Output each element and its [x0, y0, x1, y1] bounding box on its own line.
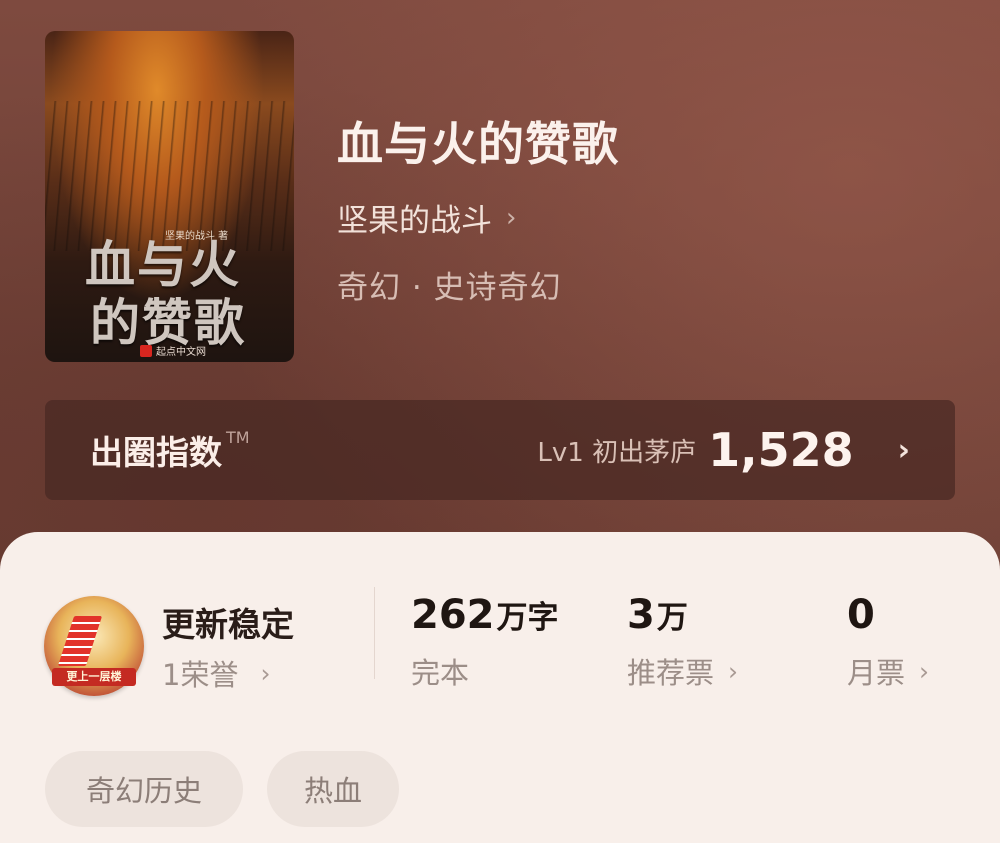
index-value-group: Lv1 初出茅庐 1,528 › — [537, 423, 910, 477]
honor-badge-icon[interactable]: 更上一层楼 — [44, 596, 144, 696]
author-link[interactable]: 坚果的战斗 › — [337, 195, 516, 240]
divider — [374, 587, 375, 679]
cover-title: 血与火 的赞歌 — [85, 236, 275, 352]
trademark-mark: TM — [226, 428, 250, 447]
honors-link[interactable]: 1荣誉 › — [162, 652, 270, 694]
book-genre: 奇幻 · 史诗奇幻 — [337, 270, 562, 306]
stat-label: 月票 › — [847, 650, 929, 692]
stat-recommend-votes[interactable]: 3 万 推荐票 › — [627, 592, 738, 692]
stat-label-text: 月票 — [847, 656, 906, 690]
index-label: 出圈指数 — [90, 433, 222, 472]
index-label-group: 出圈指数 TM — [90, 426, 250, 474]
stat-label: 推荐票 › — [627, 650, 738, 692]
chevron-right-icon: › — [897, 432, 910, 468]
stat-number: 262 — [411, 592, 495, 638]
chevron-right-icon: › — [260, 658, 271, 688]
tag-hot-blooded[interactable]: 热血 — [267, 751, 399, 827]
chevron-right-icon: › — [506, 202, 517, 233]
publisher-name: 起点中文网 — [156, 347, 206, 358]
badge-ribbon: 更上一层楼 — [52, 668, 136, 686]
chevron-right-icon: › — [728, 656, 739, 686]
stat-value: 0 — [847, 592, 929, 638]
cover-title-line1: 血与火 — [85, 235, 241, 294]
publisher-logo-icon — [140, 344, 152, 357]
cover-publisher: 起点中文网 — [140, 343, 206, 358]
stat-monthly-votes[interactable]: 0 月票 › — [847, 592, 929, 692]
book-cover[interactable]: 坚果的战斗 著 血与火 的赞歌 起点中文网 — [45, 31, 294, 362]
stat-number: 0 — [847, 592, 875, 638]
book-title: 血与火的赞歌 — [337, 117, 619, 171]
author-name: 坚果的战斗 — [337, 203, 492, 239]
stat-value: 3 万 — [627, 592, 738, 638]
chevron-right-icon: › — [919, 656, 930, 686]
badge-title: 更新稳定 — [162, 605, 294, 644]
honors-count: 1荣誉 — [162, 658, 239, 692]
index-level: Lv1 初出茅庐 — [537, 437, 697, 468]
stat-label-text: 推荐票 — [627, 656, 715, 690]
stat-label-text: 完本 — [411, 656, 470, 690]
stat-value: 262 万字 — [411, 592, 559, 638]
stat-unit: 万 — [656, 600, 688, 636]
popularity-index-bar[interactable]: 出圈指数 TM Lv1 初出茅庐 1,528 › — [45, 400, 955, 500]
stat-number: 3 — [627, 592, 655, 638]
stairs-icon — [57, 616, 103, 666]
index-score: 1,528 — [708, 423, 854, 477]
stat-unit: 万字 — [496, 600, 559, 636]
tag-fantasy-history[interactable]: 奇幻历史 — [45, 751, 243, 827]
stat-word-count: 262 万字 完本 — [411, 592, 559, 692]
stat-label: 完本 — [411, 650, 559, 692]
